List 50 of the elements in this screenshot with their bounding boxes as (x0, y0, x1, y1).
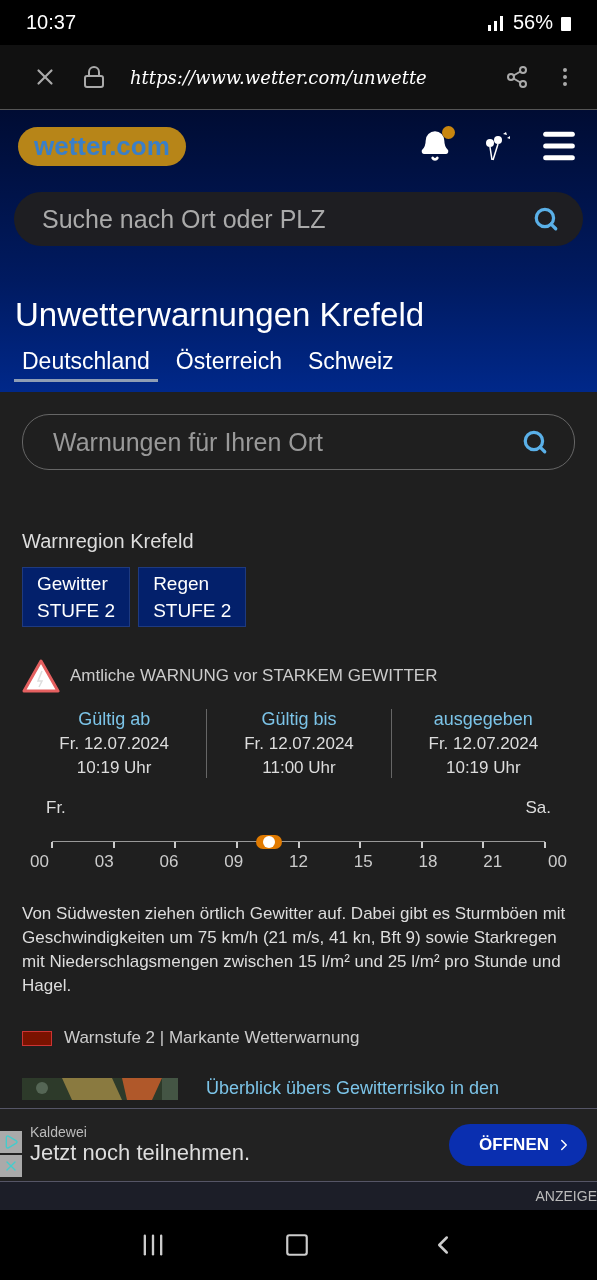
advertiser-name: Kaldewei (30, 1124, 88, 1140)
page-title: Unwetterwarnungen Krefeld (15, 296, 426, 334)
hour-label: 09 (224, 852, 244, 872)
battery-icon (561, 14, 571, 31)
battery-level: 56% (512, 11, 553, 34)
hour-label: 12 (289, 852, 308, 872)
lightning-warning-icon (22, 659, 60, 693)
validity-time: 10:19 Uhr (446, 758, 521, 778)
article-link[interactable]: Überblick übers Gewitterrisiko in den (206, 1078, 500, 1099)
hour-label: 00 (548, 852, 567, 872)
lock-icon (82, 65, 106, 89)
validity-label: ausgegeben (433, 709, 533, 730)
signal-icon (486, 14, 505, 31)
hour-label: 15 (353, 852, 373, 872)
region-title: Warnregion Krefeld (22, 530, 195, 553)
search-icon[interactable] (533, 206, 559, 232)
hour-label: 18 (418, 852, 438, 872)
validity-date: Fr. 12.07.2024 (428, 734, 539, 754)
search-icon[interactable] (522, 429, 548, 455)
validity-label: Gültig bis (261, 709, 337, 730)
warning-chip[interactable]: Gewitter STUFE 2 (22, 567, 131, 627)
hour-label: 21 (483, 852, 503, 872)
status-time: 10:37 (26, 11, 77, 34)
warning-headline: Amtliche WARNUNG vor STARKEM GEWITTER (70, 666, 438, 686)
bell-icon[interactable] (419, 130, 451, 162)
ad-headline: Jetzt noch teilnehmen. (30, 1140, 252, 1166)
country-tab[interactable]: Österreich (167, 348, 290, 382)
warning-text: Von Südwesten ziehen örtlich Gewitter auf. Dabei gibt es Sturmböen mit Geschwindigkeiten um 75 km/h (21 m/s, 41 kn, Bft 9) sowie Starkregen mit Niederschlagsmengen zwischen 15 l/m² und 25 l/m² pro Stunde und Hagel. (22, 903, 567, 997)
warning-chip[interactable]: Regen STUFE 2 (138, 567, 247, 627)
validity-date: Fr. 12.07.2024 (244, 734, 354, 754)
hour-label: 03 (94, 852, 114, 872)
open-button[interactable]: ÖFFNEN (449, 1124, 587, 1166)
legend-label: Warnstufe 2 | Markante Wetterwarnung (64, 1028, 360, 1048)
ad-banner[interactable]: Kaldewei Jetzt noch teilnehmen. ÖFFNEN (0, 1108, 597, 1182)
validity-time: 11:00 Uhr (262, 758, 336, 778)
validity-label: Gültig ab (78, 709, 151, 730)
validity-date: Fr. 12.07.2024 (59, 734, 169, 754)
hour-label: 00 (30, 852, 49, 872)
country-tab[interactable]: Deutschland (14, 348, 158, 382)
day-label: Fr. (46, 798, 66, 818)
validity-time: 10:19 Uhr (76, 758, 152, 778)
url-field[interactable]: https://www.wetter.com/unwette (130, 66, 481, 88)
search-field[interactable]: Suche nach Ort oder PLZ (14, 192, 583, 246)
home-icon[interactable] (284, 1232, 311, 1258)
hour-label: 06 (159, 852, 179, 872)
share-icon[interactable] (505, 65, 529, 89)
day-label: Sa. (525, 798, 551, 818)
location-search-field[interactable]: Warnungen für Ihren Ort (22, 414, 575, 470)
ad-label: ANZEIGE (535, 1188, 597, 1204)
country-tab[interactable]: Schweiz (299, 348, 402, 382)
